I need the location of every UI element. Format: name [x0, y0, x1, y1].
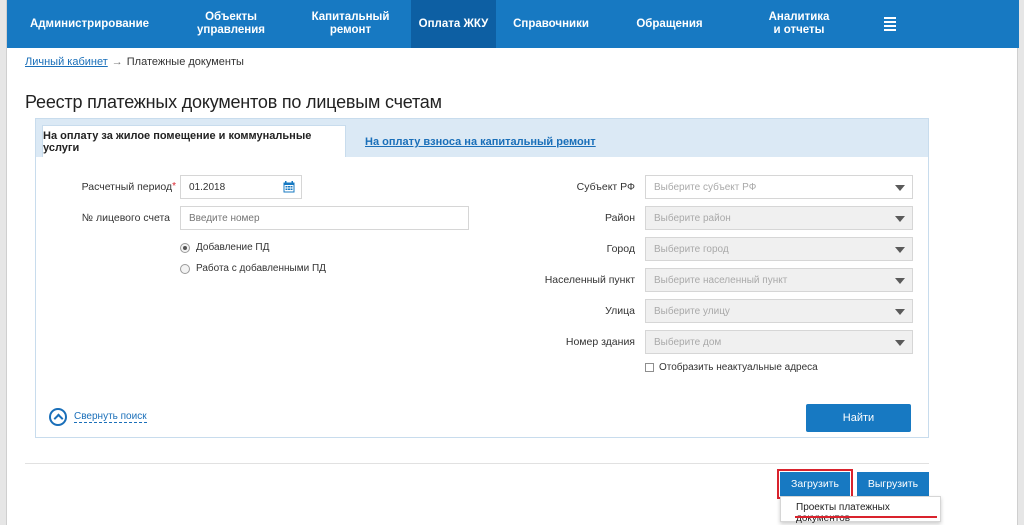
- tab-housing-utilities[interactable]: На оплату за жилое помещение и коммуналь…: [42, 125, 346, 157]
- checkbox-icon: [645, 363, 654, 372]
- account-number-input[interactable]: [180, 206, 469, 230]
- subject-label: Субъект РФ: [576, 181, 635, 193]
- street-select[interactable]: Выберите улицу: [645, 299, 913, 323]
- house-placeholder: Выберите дом: [654, 336, 722, 348]
- chevron-down-icon: [895, 340, 905, 346]
- nav-item-administration[interactable]: Администрирование: [7, 0, 172, 48]
- period-label-text: Расчетный период: [81, 181, 173, 193]
- radio-add-pd[interactable]: Добавление ПД: [180, 242, 269, 253]
- chevron-up-icon: [49, 408, 67, 426]
- breadcrumb-current: Платежные документы: [126, 56, 244, 68]
- breadcrumb-link-cabinet[interactable]: Личный кабинет: [25, 56, 108, 68]
- nav-item-analytics[interactable]: Аналитика и отчеты: [733, 0, 865, 48]
- radio-add-pd-label: Добавление ПД: [196, 242, 270, 253]
- radio-work-added-pd[interactable]: Работа с добавленными ПД: [180, 263, 326, 274]
- locality-select[interactable]: Выберите населенный пункт: [645, 268, 913, 292]
- top-navigation: Администрирование Объекты управления Кап…: [7, 0, 1019, 48]
- house-label: Номер здания: [565, 336, 635, 348]
- account-label: № лицевого счета: [81, 212, 170, 224]
- locality-label: Населенный пункт: [544, 274, 635, 286]
- divider: [25, 463, 929, 464]
- collapse-search-toggle[interactable]: Свернуть поиск: [49, 408, 147, 426]
- district-select[interactable]: Выберите район: [645, 206, 913, 230]
- district-label: Район: [605, 212, 635, 224]
- nav-item-housing-payment[interactable]: Оплата ЖКУ: [411, 0, 496, 48]
- district-placeholder: Выберите район: [654, 212, 731, 224]
- locality-placeholder: Выберите населенный пункт: [654, 274, 788, 286]
- nav-item-management-objects[interactable]: Объекты управления: [172, 0, 290, 48]
- find-button[interactable]: Найти: [806, 404, 911, 432]
- menu-icon: [884, 17, 896, 31]
- calendar-icon[interactable]: [283, 181, 295, 193]
- nav-item-capital-repair[interactable]: Капитальный ремонт: [290, 0, 411, 48]
- house-select[interactable]: Выберите дом: [645, 330, 913, 354]
- tab-capital-repair-fee[interactable]: На оплату взноса на капитальный ремонт: [365, 136, 596, 148]
- highlight-underline: [795, 516, 937, 518]
- breadcrumb-arrow-icon: →: [111, 56, 123, 68]
- period-value: 01.2018: [189, 181, 226, 193]
- dropdown-item-payment-doc-drafts[interactable]: Проекты платежных документов: [796, 502, 940, 524]
- street-placeholder: Выберите улицу: [654, 305, 730, 317]
- page-title: Реестр платежных документов по лицевым с…: [25, 92, 442, 112]
- download-button[interactable]: Выгрузить: [857, 472, 929, 496]
- chevron-down-icon: [895, 309, 905, 315]
- search-panel: На оплату за жилое помещение и коммуналь…: [35, 118, 929, 438]
- subject-placeholder: Выберите субъект РФ: [654, 181, 757, 193]
- city-placeholder: Выберите город: [654, 243, 729, 255]
- radio-selected-icon: [180, 242, 190, 253]
- show-inactive-checkbox[interactable]: Отобразить неактуальные адреса: [645, 362, 818, 373]
- nav-item-appeals[interactable]: Обращения: [606, 0, 733, 48]
- subject-select[interactable]: Выберите субъект РФ: [645, 175, 913, 199]
- chevron-down-icon: [895, 247, 905, 253]
- show-inactive-label: Отобразить неактуальные адреса: [659, 362, 818, 373]
- street-label: Улица: [605, 305, 635, 317]
- upload-dropdown-menu: Проекты платежных документов: [780, 496, 941, 524]
- nav-item-directories[interactable]: Справочники: [496, 0, 606, 48]
- period-label: Расчетный период*: [76, 181, 176, 193]
- page-frame: Администрирование Объекты управления Кап…: [6, 0, 1019, 525]
- city-select[interactable]: Выберите город: [645, 237, 913, 261]
- tab-bar: На оплату за жилое помещение и коммуналь…: [36, 119, 928, 157]
- chevron-down-icon: [895, 278, 905, 284]
- breadcrumb: Личный кабинет → Платежные документы: [25, 56, 244, 68]
- collapse-search-label: Свернуть поиск: [74, 411, 147, 423]
- city-label: Город: [606, 243, 635, 255]
- radio-work-added-pd-label: Работа с добавленными ПД: [196, 263, 326, 274]
- upload-button[interactable]: Загрузить: [777, 469, 853, 499]
- chevron-down-icon: [895, 216, 905, 222]
- menu-button[interactable]: [865, 0, 915, 48]
- chevron-down-icon: [895, 185, 905, 191]
- radio-unselected-icon: [180, 263, 190, 274]
- required-marker: *: [172, 181, 176, 192]
- period-field[interactable]: 01.2018: [180, 175, 302, 199]
